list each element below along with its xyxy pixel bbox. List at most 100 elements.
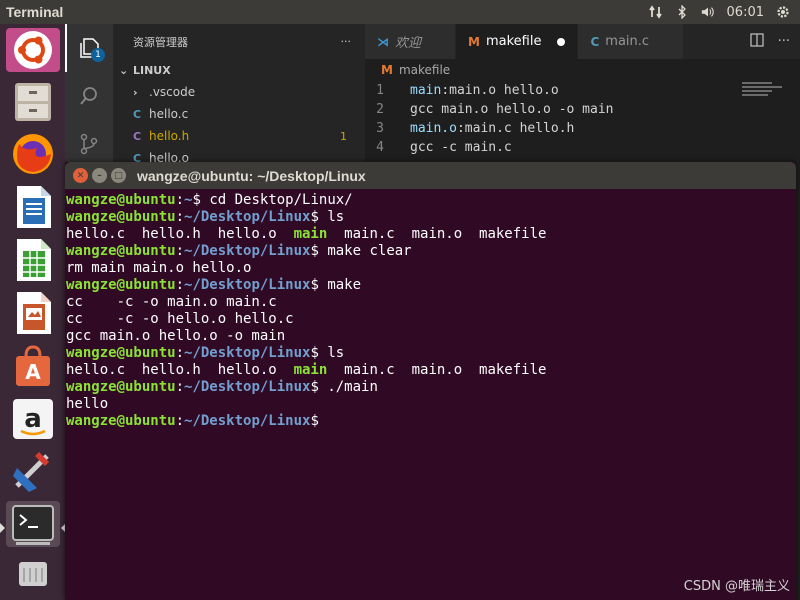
writer-launcher[interactable] [6,183,60,231]
document-writer-icon [16,185,51,228]
command-output: gcc main.o hello.o -o main [66,328,286,344]
code-text: :main.c hello.h [456,121,575,136]
c-file-icon: C [590,34,600,49]
command-text: ls [318,209,345,225]
launcher: A a [0,24,66,600]
ubuntu-dash-button[interactable] [5,28,60,72]
impress-launcher[interactable] [6,289,60,337]
svg-text:A: A [25,360,41,384]
prompt-colon: : [175,345,185,361]
terminal-titlebar[interactable]: ✕ – □ wangze@ubuntu: ~/Desktop/Linux [65,162,796,189]
trash-launcher[interactable] [6,552,60,596]
breadcrumb[interactable]: M makefile [365,59,800,81]
tab-list: ⋊ 欢迎 Mmakefile Cmain.c [365,24,685,59]
prompt-colon: : [175,192,185,208]
presentation-impress-icon [16,291,51,334]
file-item[interactable]: › .vscode [113,81,365,103]
bluetooth-icon[interactable] [675,5,689,19]
code-text: :main.o hello.o [441,83,559,98]
breadcrumb-label: makefile [398,63,451,77]
window-controls: ✕ – □ [65,168,137,183]
terminal-output[interactable]: wangze@ubuntu:~$ cd Desktop/Linux/wangze… [65,189,796,433]
prompt-user: wangze@ubuntu [66,209,176,225]
make-target: main [410,83,442,98]
line-number: 1 [376,83,384,98]
terminal-line: wangze@ubuntu:~/Desktop/Linux$ ls [66,209,795,226]
unsaved-dot-icon[interactable] [557,37,566,46]
terminal-window[interactable]: ✕ – □ wangze@ubuntu: ~/Desktop/Linux wan… [65,162,796,600]
network-icon[interactable] [648,5,663,19]
ls-output: hello.c hello.h hello.o [66,226,294,242]
more-actions-icon[interactable]: ··· [778,34,790,49]
folder-linux[interactable]: ⌄ LINUX [113,59,365,81]
executable-name: main [293,362,328,378]
terminal-launcher[interactable] [0,500,66,547]
prompt-user: wangze@ubuntu [66,379,176,395]
tab-welcome[interactable]: ⋊ 欢迎 [365,24,457,59]
prompt-user: wangze@ubuntu [66,345,176,361]
terminal-line: wangze@ubuntu:~/Desktop/Linux$ [66,413,795,430]
maximize-button[interactable]: □ [111,168,126,183]
code-line: 3 main.o:main.c hello.h [365,119,800,138]
prompt-dollar: $ [310,345,319,361]
terminal-line: cc -c -o main.o main.c [66,294,795,311]
code-area[interactable]: 1 main:main.o hello.o 2 gcc main.o hello.o… [365,81,800,157]
file-item[interactable]: Chello.c [113,103,365,125]
command-text: make clear [318,243,412,259]
svg-text:a: a [24,404,42,434]
command-output: hello [66,396,109,412]
terminal-line: hello.c hello.h hello.o main main.c main… [66,362,795,379]
terminal-title: wangze@ubuntu: ~/Desktop/Linux [137,167,366,184]
search-activity[interactable] [65,72,113,120]
terminal-line: hello [66,396,795,413]
command-text: ls [318,345,345,361]
prompt-user: wangze@ubuntu [66,243,176,259]
explorer-activity[interactable]: 1 [65,24,113,72]
prompt-path: ~/Desktop/Linux [184,413,311,429]
terminal-line: wangze@ubuntu:~/Desktop/Linux$ ./main [66,379,795,396]
prompt-dollar: $ [310,243,319,259]
command-output: cc -c -o main.o main.c [66,294,277,310]
tab-label: makefile [485,34,542,49]
firefox-launcher[interactable] [6,130,60,178]
minimap[interactable] [742,82,786,102]
file-item[interactable]: Chello.h 1 [113,125,365,147]
prompt-user: wangze@ubuntu [66,192,176,208]
prompt-dollar: $ [310,413,319,429]
explorer-title: 资源管理器 [133,35,188,49]
tab-makefile[interactable]: Mmakefile [456,24,579,59]
clock[interactable]: 06:01 [727,5,764,20]
prompt-user: wangze@ubuntu [66,413,176,429]
more-actions-icon[interactable]: ··· [341,35,352,48]
prompt-dollar: $ [192,192,201,208]
command-text: ./main [318,379,378,395]
gear-icon[interactable] [776,5,790,19]
code-line: 4 gcc -c main.c [365,138,800,157]
terminal-line: wangze@ubuntu:~$ cd Desktop/Linux/ [66,192,795,209]
search-icon [80,87,97,105]
volume-icon[interactable] [701,5,715,19]
app-title[interactable]: Terminal [0,4,649,20]
terminal-line: hello.c hello.h hello.o main main.c main… [66,226,795,243]
terminal-line: rm main main.o hello.o [66,260,795,277]
software-center-launcher[interactable]: A [6,342,60,390]
vscode-icon: ⋊ [377,34,389,49]
trash-icon [18,562,47,587]
close-button[interactable]: ✕ [73,168,88,183]
system-settings-launcher[interactable] [6,448,60,496]
minimize-button[interactable]: – [92,168,107,183]
line-number: 2 [376,102,384,117]
system-tray: 06:01 [648,5,800,20]
spreadsheet-calc-icon [16,238,51,281]
split-editor-icon[interactable] [749,32,764,51]
command-text: make [318,277,362,293]
settings-tools-icon [12,451,49,492]
tab-main-c[interactable]: Cmain.c [578,24,685,59]
prompt-path: ~/Desktop/Linux [184,243,311,259]
file-badge: 1 [340,129,347,143]
files-launcher[interactable] [6,77,60,125]
calc-launcher[interactable] [6,236,60,284]
source-control-activity[interactable] [65,120,113,168]
amazon-launcher[interactable]: a [6,395,60,443]
command-output: rm main main.o hello.o [66,260,252,276]
